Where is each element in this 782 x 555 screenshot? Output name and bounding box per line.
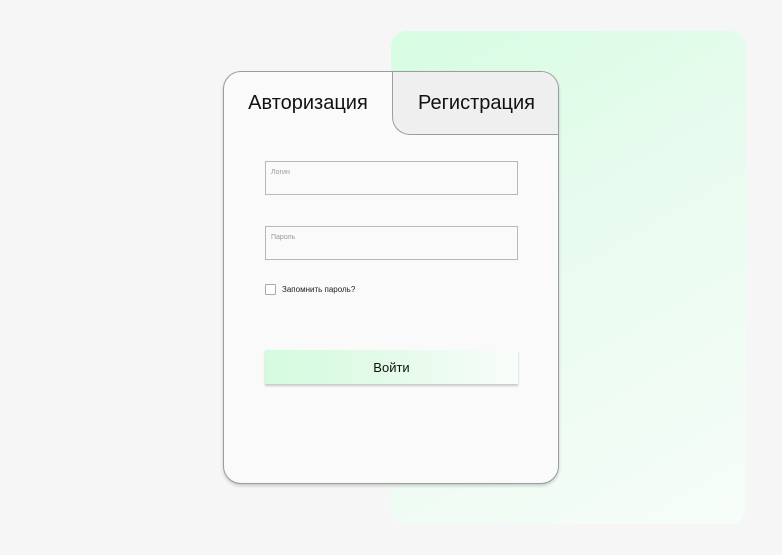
password-field[interactable]: Пароль xyxy=(265,226,518,260)
login-input[interactable] xyxy=(270,177,513,191)
tab-login-label: Авторизация xyxy=(248,92,368,114)
remember-password-checkbox[interactable] xyxy=(265,284,276,295)
remember-password-label[interactable]: Запомнить пароль? xyxy=(282,285,355,294)
remember-password-row: Запомнить пароль? xyxy=(265,284,355,295)
login-field-label: Логин xyxy=(271,169,290,176)
tab-register[interactable]: Регистрация xyxy=(392,72,558,135)
login-field[interactable]: Логин xyxy=(265,161,518,195)
password-input[interactable] xyxy=(270,242,513,256)
auth-card: Авторизация Регистрация Логин Пароль Зап… xyxy=(223,71,559,484)
login-button[interactable]: Войти xyxy=(265,350,518,384)
tab-register-label: Регистрация xyxy=(418,91,535,114)
tab-login[interactable]: Авторизация xyxy=(224,72,392,135)
password-field-label: Пароль xyxy=(271,234,296,241)
